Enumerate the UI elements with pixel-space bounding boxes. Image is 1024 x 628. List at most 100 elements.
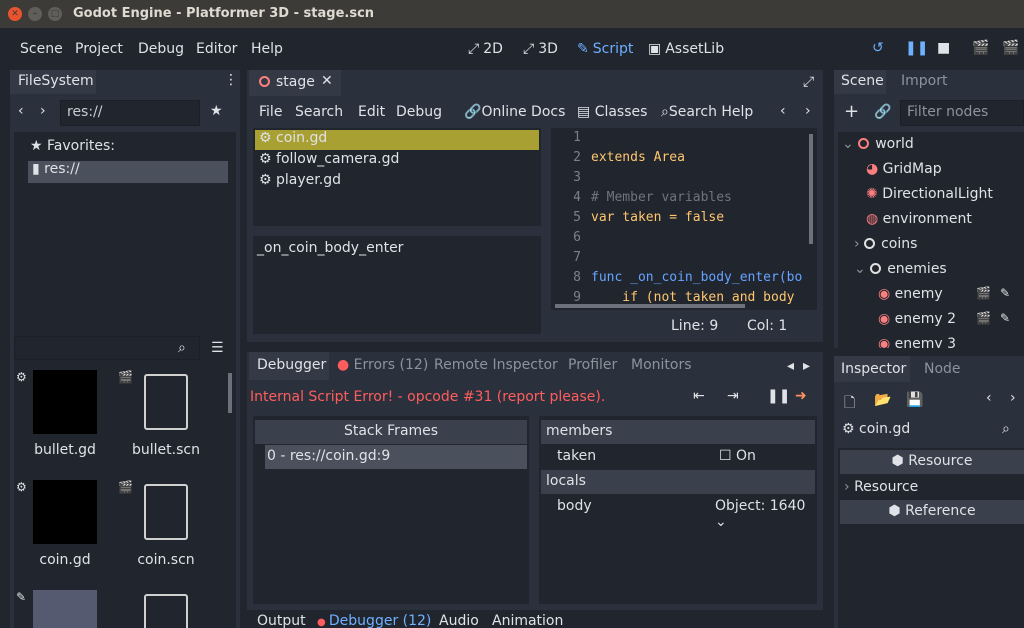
favorite-star-icon[interactable]: ★ (210, 103, 223, 119)
tree-node-coins[interactable]: › coins (854, 236, 917, 258)
reload-icon[interactable]: ↺ (872, 40, 884, 56)
clapper-icon[interactable]: 🎬 (976, 286, 991, 300)
search-help-button[interactable]: ⌕Search Help (661, 104, 753, 120)
fullscreen-icon[interactable]: ⤢ (803, 74, 814, 90)
script-list-item[interactable]: ⚙ coin.gd (255, 130, 539, 150)
link-icon[interactable]: 🔗 (874, 104, 891, 120)
local-value-dropdown[interactable]: Object: 1640 ⌄ (715, 498, 817, 530)
tab-monitors[interactable]: Monitors (631, 357, 692, 373)
res-root-item[interactable]: ▮ res:// (28, 161, 228, 183)
classes-button[interactable]: ▤ Classes (577, 104, 647, 120)
document-icon[interactable] (144, 374, 188, 430)
break-icon[interactable]: ❚❚ (767, 388, 790, 404)
step-into-icon[interactable]: ⇤ (693, 388, 705, 404)
online-docs-button[interactable]: 🔗Online Docs (464, 104, 565, 120)
play-scene-icon[interactable]: 🎬 (972, 40, 989, 56)
member-value-checkbox[interactable]: ☐ On (719, 448, 756, 464)
tabs-right-icon[interactable]: ▸ (803, 358, 810, 374)
add-node-icon[interactable]: + (844, 101, 859, 122)
tree-node-gridmap[interactable]: ◕ GridMap (866, 161, 942, 183)
workspace-2d-button[interactable]: ⤢ 2D (468, 41, 503, 57)
menu-project[interactable]: Project (75, 41, 123, 57)
tab-remote-inspector[interactable]: Remote Inspector (434, 357, 558, 373)
file-label[interactable]: bullet.scn (128, 442, 204, 458)
stop-icon[interactable]: ■ (937, 40, 950, 56)
file-label[interactable]: bullet.gd (30, 442, 100, 458)
continue-icon[interactable]: ➜ (795, 388, 807, 404)
script-list-item[interactable]: ⚙ follow_camera.gd (255, 151, 399, 167)
menu-help[interactable]: Help (251, 41, 283, 57)
file-grid-scrollbar[interactable] (228, 373, 232, 413)
inspected-object[interactable]: ⚙ coin.gd (842, 421, 910, 437)
file-label[interactable]: coin.gd (30, 552, 100, 568)
code-hscrollbar[interactable] (555, 304, 745, 308)
tree-node-directionallight[interactable]: ✺ DirectionalLight (866, 186, 993, 208)
prev-script-icon[interactable]: ‹ (780, 103, 786, 119)
script-menu-edit[interactable]: Edit (358, 104, 385, 120)
bullet-gd-thumbnail[interactable] (33, 370, 97, 434)
pause-icon[interactable]: ❚❚ (905, 40, 928, 56)
menu-scene[interactable]: Scene (20, 41, 63, 57)
section-resource[interactable]: ⬢ Resource (840, 450, 1024, 474)
tabs-left-icon[interactable]: ◂ (787, 358, 794, 374)
tree-node-enemy-2[interactable]: ◉ enemy 2 (878, 311, 956, 333)
file-search-input[interactable] (14, 336, 200, 360)
tab-import[interactable]: Import (901, 73, 947, 89)
stack-frame-item[interactable]: 0 - res://coin.gd:9 (265, 445, 527, 469)
more-options-icon[interactable]: ⋮ (224, 72, 238, 88)
tab-animation[interactable]: Animation (492, 613, 563, 628)
tab-inspector[interactable]: Inspector (834, 356, 910, 382)
workspace-3d-button[interactable]: ⤢ 3D (523, 41, 558, 57)
new-resource-icon[interactable]: 🗋 (844, 392, 855, 416)
history-forward-icon[interactable]: › (1010, 390, 1016, 406)
resource-group[interactable]: › Resource (844, 479, 918, 495)
maximize-window-button[interactable]: □ (48, 7, 62, 21)
search-icon[interactable]: ⌕ (1002, 421, 1010, 437)
back-icon[interactable]: ‹ (18, 103, 24, 119)
tree-node-environment[interactable]: ◍ environment (866, 211, 972, 233)
history-back-icon[interactable]: ‹ (986, 390, 992, 406)
tab-scene[interactable]: Scene (834, 70, 886, 94)
tab-errors[interactable]: ● Errors (12) (337, 357, 428, 373)
menu-editor[interactable]: Editor (196, 41, 237, 57)
tree-node-world[interactable]: ⌄ world (842, 136, 914, 158)
tab-audio[interactable]: Audio (439, 613, 479, 628)
script-menu-debug[interactable]: Debug (396, 104, 442, 120)
tree-node-enemies[interactable]: ⌄ enemies (854, 261, 947, 283)
close-window-button[interactable]: ✕ (8, 7, 22, 21)
minimize-window-button[interactable]: – (28, 7, 42, 21)
workspace-script-button[interactable]: ✎ Script (577, 41, 633, 57)
tab-node[interactable]: Node (924, 361, 961, 377)
list-view-icon[interactable]: ☰ (211, 340, 224, 356)
step-over-icon[interactable]: ⇥ (727, 388, 739, 404)
save-icon[interactable]: 💾 (906, 392, 923, 408)
method-item[interactable]: _on_coin_body_enter (257, 240, 403, 256)
tree-node-enemy[interactable]: ◉ enemy (878, 286, 943, 308)
next-script-icon[interactable]: › (805, 103, 811, 119)
code-vscrollbar[interactable] (809, 134, 813, 244)
forward-icon[interactable]: › (40, 103, 46, 119)
script-menu-search[interactable]: Search (295, 104, 343, 120)
file-label[interactable]: coin.scn (128, 552, 204, 568)
document-icon[interactable] (144, 484, 188, 540)
tab-output[interactable]: Output (257, 613, 306, 628)
tab-debugger-bottom[interactable]: ● Debugger (12) (317, 613, 431, 628)
coin-gd-thumbnail[interactable] (33, 480, 97, 544)
favorites-item[interactable]: ★ Favorites: (30, 138, 115, 160)
image-thumbnail[interactable] (33, 590, 97, 628)
clapper-icon[interactable]: 🎬 (976, 311, 991, 325)
filter-nodes-input[interactable]: Filter nodes (900, 100, 1024, 126)
tab-filesystem[interactable]: FileSystem (10, 70, 96, 94)
tab-profiler[interactable]: Profiler (568, 357, 617, 373)
script-icon[interactable]: ✎ (1000, 286, 1010, 300)
script-list-item[interactable]: ⚙ player.gd (255, 172, 341, 188)
document-icon[interactable] (144, 594, 188, 628)
workspace-assetlib-button[interactable]: ▣ AssetLib (648, 41, 724, 57)
tab-debugger[interactable]: Debugger (249, 352, 329, 380)
tree-node-enemy-3[interactable]: ◉ enemy 3 (878, 336, 956, 348)
code-editor[interactable]: 1 2 extends Area 3 4 # Member variables 5v… (551, 128, 817, 310)
path-field[interactable]: res:// (60, 100, 200, 126)
script-menu-file[interactable]: File (259, 104, 282, 120)
close-tab-icon[interactable]: ✕ (321, 73, 333, 89)
play-custom-icon[interactable]: 🎬 (1002, 40, 1019, 56)
